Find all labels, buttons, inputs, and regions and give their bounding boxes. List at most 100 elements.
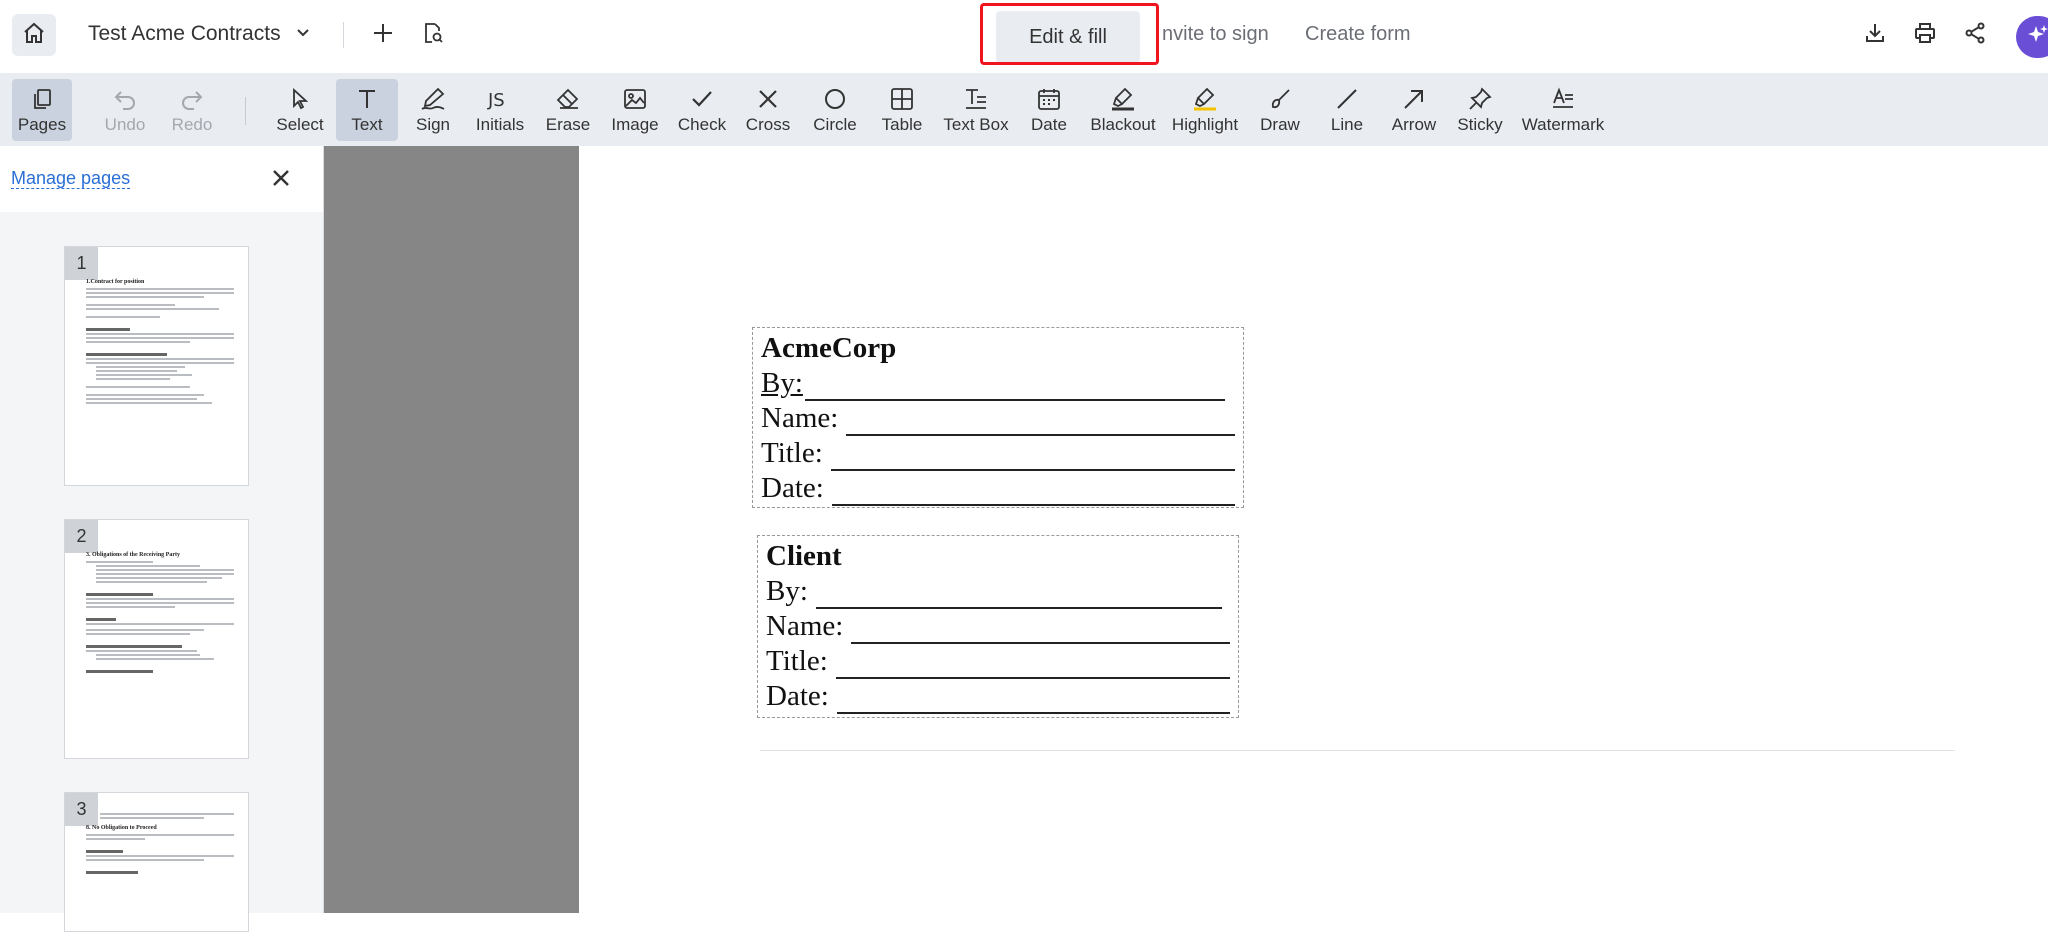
tool-watermark-label: Watermark — [1521, 115, 1605, 134]
tool-text[interactable]: Text — [336, 79, 398, 141]
thumbnail-content: 8. No Obligation to Proceed — [86, 811, 234, 876]
chevron-down-icon — [295, 22, 311, 46]
tool-erase[interactable]: Erase — [543, 79, 593, 141]
tool-watermark[interactable]: Watermark — [1520, 79, 1606, 141]
thumbnail-heading: 8. No Obligation to Proceed — [86, 825, 157, 831]
redo-icon — [180, 85, 204, 113]
undo-icon — [113, 85, 137, 113]
tool-circle[interactable]: Circle — [810, 79, 860, 141]
brush-icon — [1268, 85, 1292, 113]
close-icon — [272, 167, 290, 192]
tool-arrow-label: Arrow — [1391, 115, 1437, 134]
by-field[interactable]: By: — [761, 366, 1235, 401]
signature-block-acmecorp[interactable]: AcmeCorp By: Name: Title: Date: — [752, 327, 1244, 508]
thumbnail-content: 3. Obligations of the Receiving Party — [86, 546, 234, 675]
signature-block-client[interactable]: Client By: Name: Title: Date: — [757, 535, 1239, 718]
page-thumbnail-3[interactable]: 3 8. No Obligation to Proceed — [64, 792, 249, 932]
watermark-icon — [1550, 85, 1576, 113]
pages-button[interactable]: Pages — [12, 79, 72, 141]
thumbnail-heading: 1.Contract for position — [86, 279, 145, 285]
pages-icon — [31, 85, 53, 113]
tool-draw[interactable]: Draw — [1255, 79, 1305, 141]
line-icon — [1335, 85, 1359, 113]
print-button[interactable] — [1908, 18, 1942, 52]
tool-select-label: Select — [276, 115, 324, 134]
tool-image[interactable]: Image — [608, 79, 662, 141]
tool-circle-label: Circle — [813, 115, 857, 134]
header-divider — [343, 22, 344, 48]
home-button[interactable] — [12, 14, 56, 56]
arrow-icon — [1402, 85, 1426, 113]
tool-initials-label: Initials — [475, 115, 525, 134]
name-field[interactable]: Name: — [766, 609, 1230, 644]
name-field[interactable]: Name: — [761, 401, 1235, 436]
undo-button[interactable]: Undo — [100, 79, 150, 141]
tool-arrow[interactable]: Arrow — [1388, 79, 1440, 141]
pages-panel: Manage pages 1 1.Contract for position 2 — [0, 146, 324, 932]
redo-button[interactable]: Redo — [167, 79, 217, 141]
pages-panel-header: Manage pages — [0, 146, 323, 212]
text-icon — [356, 85, 378, 113]
page-thumbnail-1[interactable]: 1 1.Contract for position — [64, 246, 249, 486]
date-field[interactable]: Date: — [761, 471, 1235, 506]
tool-sticky[interactable]: Sticky — [1455, 79, 1505, 141]
tool-sign[interactable]: Sign — [408, 79, 458, 141]
page-thumbnail-2[interactable]: 2 3. Obligations of the Receiving Party — [64, 519, 249, 759]
tool-text-box[interactable]: Text Box — [940, 79, 1012, 141]
highlight-annotation-box — [980, 3, 1159, 65]
toolbar-divider — [245, 97, 246, 125]
document-page[interactable] — [579, 146, 2048, 913]
document-title: Test Acme Contracts — [88, 22, 281, 45]
calendar-icon — [1037, 85, 1061, 113]
cross-icon — [757, 85, 779, 113]
image-icon — [623, 85, 647, 113]
undo-label: Undo — [104, 115, 146, 134]
close-panel-button[interactable] — [272, 167, 290, 193]
tool-highlight-label: Highlight — [1171, 115, 1239, 134]
tool-initials[interactable]: JS Initials — [472, 79, 528, 141]
tool-draw-label: Draw — [1260, 115, 1300, 134]
tool-line[interactable]: Line — [1322, 79, 1372, 141]
document-title-dropdown[interactable]: Test Acme Contracts — [88, 22, 311, 46]
pushpin-icon — [1468, 85, 1492, 113]
date-field[interactable]: Date: — [766, 679, 1230, 714]
title-field[interactable]: Title: — [761, 436, 1235, 471]
share-button[interactable] — [1958, 18, 1992, 52]
tool-line-label: Line — [1330, 115, 1364, 134]
home-icon — [22, 21, 46, 50]
tool-date-label: Date — [1031, 115, 1067, 134]
search-document-icon — [421, 21, 445, 50]
tab-invite-to-sign[interactable]: nvite to sign — [1162, 23, 1269, 46]
add-button[interactable] — [366, 18, 400, 52]
signature-block-title: AcmeCorp — [761, 332, 897, 364]
tool-sign-label: Sign — [415, 115, 451, 134]
tool-text-box-label: Text Box — [943, 115, 1009, 134]
tool-select[interactable]: Select — [273, 79, 327, 141]
tool-date[interactable]: Date — [1024, 79, 1074, 141]
by-field[interactable]: By: — [766, 574, 1230, 609]
tool-erase-label: Erase — [545, 115, 591, 134]
print-icon — [1913, 21, 1937, 50]
initials-icon: JS — [486, 85, 514, 113]
tool-cross[interactable]: Cross — [743, 79, 793, 141]
download-button[interactable] — [1858, 18, 1892, 52]
blackout-marker-icon — [1110, 85, 1136, 113]
manage-pages-link[interactable]: Manage pages — [11, 168, 131, 189]
tool-highlight[interactable]: Highlight — [1168, 79, 1242, 141]
tab-create-form[interactable]: Create form — [1305, 23, 1411, 46]
redo-label: Redo — [171, 115, 213, 134]
plus-icon — [372, 22, 394, 49]
tool-table[interactable]: Table — [877, 79, 927, 141]
title-field[interactable]: Title: — [766, 644, 1230, 679]
ai-assistant-button[interactable] — [2016, 16, 2048, 58]
top-header: Test Acme Contracts Edit & fill nvite to… — [0, 0, 2048, 73]
thumbnail-content: 1.Contract for position — [86, 273, 234, 406]
signature-pen-icon — [420, 85, 446, 113]
tool-image-label: Image — [611, 115, 659, 134]
search-document-button[interactable] — [416, 18, 450, 52]
tool-check-label: Check — [677, 115, 727, 134]
tool-blackout[interactable]: Blackout — [1088, 79, 1158, 141]
tool-check[interactable]: Check — [677, 79, 727, 141]
tool-table-label: Table — [881, 115, 923, 134]
table-icon — [890, 85, 914, 113]
